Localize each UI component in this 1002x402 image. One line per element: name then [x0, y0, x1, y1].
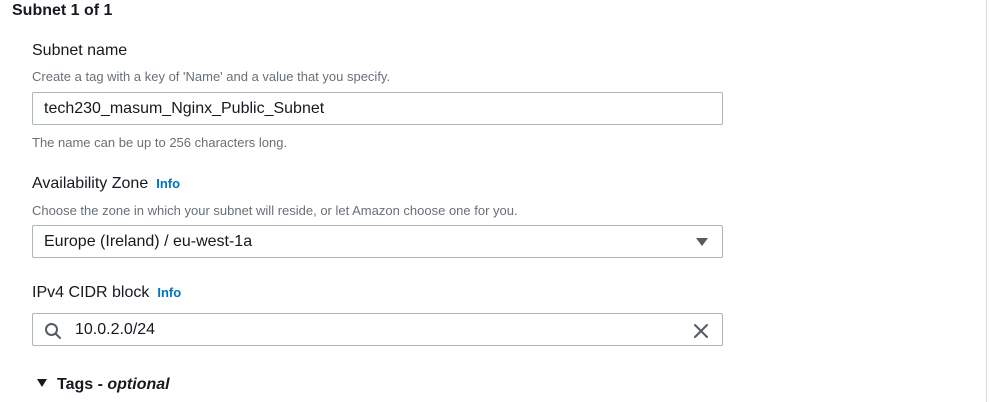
availability-zone-selected-value: Europe (Ireland) / eu-west-1a — [44, 233, 253, 250]
tags-separator: - — [93, 376, 108, 393]
availability-zone-select[interactable]: Europe (Ireland) / eu-west-1a — [32, 225, 723, 258]
ipv4-cidr-value: 10.0.2.0/24 — [75, 321, 156, 338]
caret-down-icon — [696, 238, 708, 246]
subnet-name-label: Subnet name — [32, 42, 128, 59]
ipv4-cidr-label-text: IPv4 CIDR block — [32, 284, 150, 301]
clear-icon[interactable] — [692, 322, 710, 340]
availability-zone-label-text: Availability Zone — [32, 175, 149, 192]
subnet-name-description: Create a tag with a key of 'Name' and a … — [32, 69, 391, 84]
subnet-name-value: tech230_masum_Nginx_Public_Subnet — [44, 100, 325, 117]
tags-label: Tags — [57, 376, 94, 393]
subnet-name-input[interactable]: tech230_masum_Nginx_Public_Subnet — [32, 92, 723, 125]
availability-zone-description: Choose the zone in which your subnet wil… — [32, 203, 518, 218]
ipv4-cidr-input[interactable]: 10.0.2.0/24 — [32, 313, 723, 346]
caret-down-icon — [37, 379, 47, 387]
subnet-settings-panel: Subnet 1 of 1 Subnet name Create a tag w… — [0, 0, 987, 402]
availability-zone-info-link[interactable]: Info — [156, 176, 180, 191]
ipv4-cidr-info-link[interactable]: Info — [157, 285, 181, 300]
tags-optional-label: optional — [107, 376, 170, 393]
availability-zone-label: Availability Zone Info — [32, 175, 180, 193]
search-icon — [45, 323, 61, 339]
section-title: Subnet 1 of 1 — [12, 2, 113, 19]
tags-expand-toggle[interactable]: Tags - optional — [37, 376, 170, 394]
subnet-name-constraint: The name can be up to 256 characters lon… — [32, 135, 288, 150]
ipv4-cidr-label: IPv4 CIDR block Info — [32, 284, 181, 302]
